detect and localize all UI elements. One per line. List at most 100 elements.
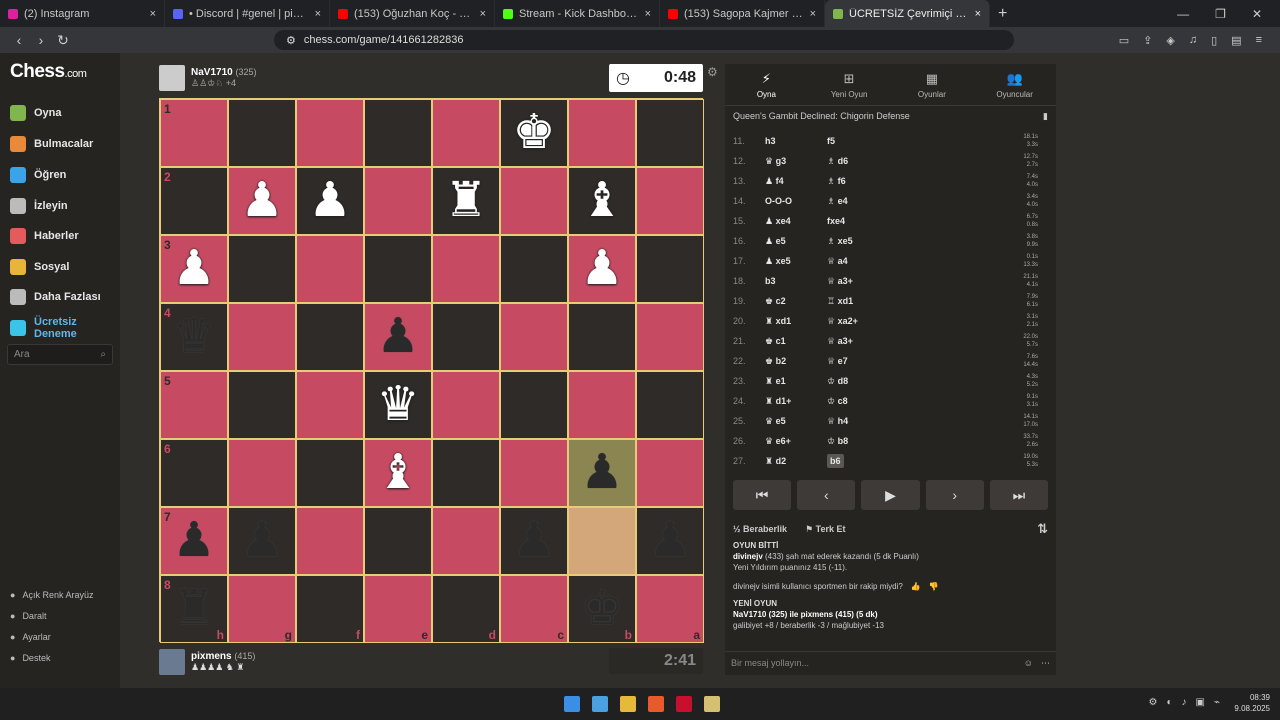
- move-white[interactable]: ♚ c1: [755, 336, 821, 347]
- board-square[interactable]: [636, 439, 704, 507]
- board-square[interactable]: [228, 235, 296, 303]
- board-square[interactable]: [500, 439, 568, 507]
- move-black[interactable]: ♗ e4: [821, 196, 941, 207]
- move-black[interactable]: ♕ a3+: [821, 276, 941, 287]
- board-square[interactable]: [636, 235, 704, 303]
- board-square[interactable]: [568, 371, 636, 439]
- close-icon[interactable]: ×: [315, 8, 321, 20]
- close-icon[interactable]: ×: [150, 8, 156, 20]
- move-white[interactable]: ♛ e5: [755, 416, 821, 427]
- board-square[interactable]: [296, 439, 364, 507]
- move-white[interactable]: ♜ xd1: [755, 316, 821, 327]
- panel-tab[interactable]: ▦ Oyunlar: [891, 64, 974, 105]
- share-icon[interactable]: ⇪: [1143, 34, 1152, 47]
- board-square[interactable]: [364, 507, 432, 575]
- prev-move-button[interactable]: ‹: [797, 480, 856, 510]
- move-black[interactable]: ♕ xa2+: [821, 316, 941, 327]
- site-info-icon[interactable]: ⚙: [286, 34, 296, 47]
- board-square[interactable]: ♟: [568, 439, 636, 507]
- board-square[interactable]: b ♚: [568, 575, 636, 643]
- sidebar-item[interactable]: Ücretsiz Deneme: [10, 316, 94, 340]
- move-black[interactable]: ♗ xe5: [821, 236, 941, 247]
- board-square[interactable]: [228, 99, 296, 167]
- board-square[interactable]: [296, 507, 364, 575]
- sidebar-bottom-item[interactable]: ● Daralt: [10, 611, 46, 621]
- board-square[interactable]: ♚: [500, 99, 568, 167]
- move-black[interactable]: ♔ d8: [821, 376, 941, 387]
- back-icon[interactable]: ‹: [8, 32, 30, 48]
- move-black[interactable]: ♕ e7: [821, 356, 941, 367]
- chess-piece[interactable]: ♜: [444, 177, 487, 225]
- next-move-button[interactable]: ›: [925, 480, 984, 510]
- sidebar-item[interactable]: İzleyin: [10, 198, 68, 214]
- board-square[interactable]: 2: [160, 167, 228, 235]
- board-square[interactable]: g: [228, 575, 296, 643]
- board-square[interactable]: ♟: [500, 507, 568, 575]
- move-black[interactable]: fxe4: [821, 216, 941, 226]
- move-white[interactable]: ♚ b2: [755, 356, 821, 367]
- chess-piece[interactable]: ♟: [172, 245, 215, 293]
- wallet-icon[interactable]: ▤: [1231, 34, 1241, 47]
- sidebar-icon[interactable]: ▯: [1211, 34, 1217, 47]
- search-input[interactable]: Ara ⌕: [7, 344, 113, 365]
- browser-tab[interactable]: (153) Sagopa Kajmer & Dr. Fuchs×: [660, 0, 825, 27]
- board-square[interactable]: ♟: [636, 507, 704, 575]
- move-white[interactable]: ♟ xe4: [755, 216, 821, 227]
- sidebar-item[interactable]: Sosyal: [10, 259, 69, 275]
- new-tab-button[interactable]: +: [998, 5, 1007, 23]
- board-square[interactable]: ♟: [228, 167, 296, 235]
- board-square[interactable]: ♟: [568, 235, 636, 303]
- chess-piece[interactable]: ♜: [172, 585, 215, 633]
- cast-icon[interactable]: ▭: [1119, 34, 1129, 47]
- play-button[interactable]: ▶: [861, 480, 920, 510]
- url-field[interactable]: ⚙ chess.com/game/141661282836: [274, 30, 1014, 50]
- board-square[interactable]: [364, 99, 432, 167]
- app-icon[interactable]: [704, 696, 720, 712]
- shield-icon[interactable]: ◈: [1166, 34, 1174, 47]
- board-square[interactable]: [500, 371, 568, 439]
- sidebar-item[interactable]: Daha Fazlası: [10, 289, 101, 305]
- draw-button[interactable]: ½ Beraberlik: [733, 524, 787, 534]
- media-icon[interactable]: ♫: [1189, 34, 1197, 47]
- board-square[interactable]: ♝: [364, 439, 432, 507]
- sidebar-item[interactable]: Bulmacalar: [10, 136, 93, 152]
- book-icon[interactable]: ▮: [1043, 111, 1048, 123]
- board-square[interactable]: ♟: [296, 167, 364, 235]
- browser-tab[interactable]: ÜCRETSİZ Çevrimiçi Satranç (×: [825, 0, 990, 27]
- board-square[interactable]: 7 ♟: [160, 507, 228, 575]
- move-white[interactable]: ♟ xe5: [755, 256, 821, 267]
- move-white[interactable]: b3: [755, 276, 821, 286]
- avatar[interactable]: [159, 649, 185, 675]
- chess-piece[interactable]: ♝: [376, 449, 419, 497]
- chess-logo[interactable]: Chess.com: [10, 61, 87, 83]
- file-explorer-icon[interactable]: [620, 696, 636, 712]
- move-black[interactable]: f5: [821, 136, 941, 146]
- board-square[interactable]: [636, 371, 704, 439]
- sidebar-item[interactable]: Oyna: [10, 105, 62, 121]
- flip-board-icon[interactable]: ⇅: [1037, 521, 1048, 537]
- board-square[interactable]: [500, 167, 568, 235]
- move-black[interactable]: b6: [821, 454, 941, 468]
- board-square[interactable]: [432, 371, 500, 439]
- move-white[interactable]: ♟ e5: [755, 236, 821, 247]
- board-square[interactable]: ♝: [568, 167, 636, 235]
- avatar[interactable]: [159, 65, 185, 91]
- more-options-icon[interactable]: ⋯: [1041, 658, 1050, 669]
- sidebar-bottom-item[interactable]: ● Açık Renk Arayüz: [10, 590, 93, 600]
- board-square[interactable]: [636, 303, 704, 371]
- board-square[interactable]: [432, 439, 500, 507]
- board-square[interactable]: ♛: [364, 371, 432, 439]
- top-player[interactable]: NaV1710 (325) ♙♙♔♘ +4: [159, 65, 257, 91]
- chess-piece[interactable]: ♟: [172, 517, 215, 565]
- chess-piece[interactable]: ♟: [648, 517, 691, 565]
- move-white[interactable]: ♛ g3: [755, 156, 821, 167]
- sidebar-bottom-item[interactable]: ● Destek: [10, 653, 50, 663]
- chess-piece[interactable]: ♟: [580, 245, 623, 293]
- board-square[interactable]: [568, 507, 636, 575]
- board-square[interactable]: [228, 303, 296, 371]
- widgets-icon[interactable]: [592, 696, 608, 712]
- move-black[interactable]: ♗ d6: [821, 156, 941, 167]
- sidebar-item[interactable]: Haberler: [10, 228, 79, 244]
- move-black[interactable]: ♔ b8: [821, 436, 941, 447]
- move-black[interactable]: ♗ f6: [821, 176, 941, 187]
